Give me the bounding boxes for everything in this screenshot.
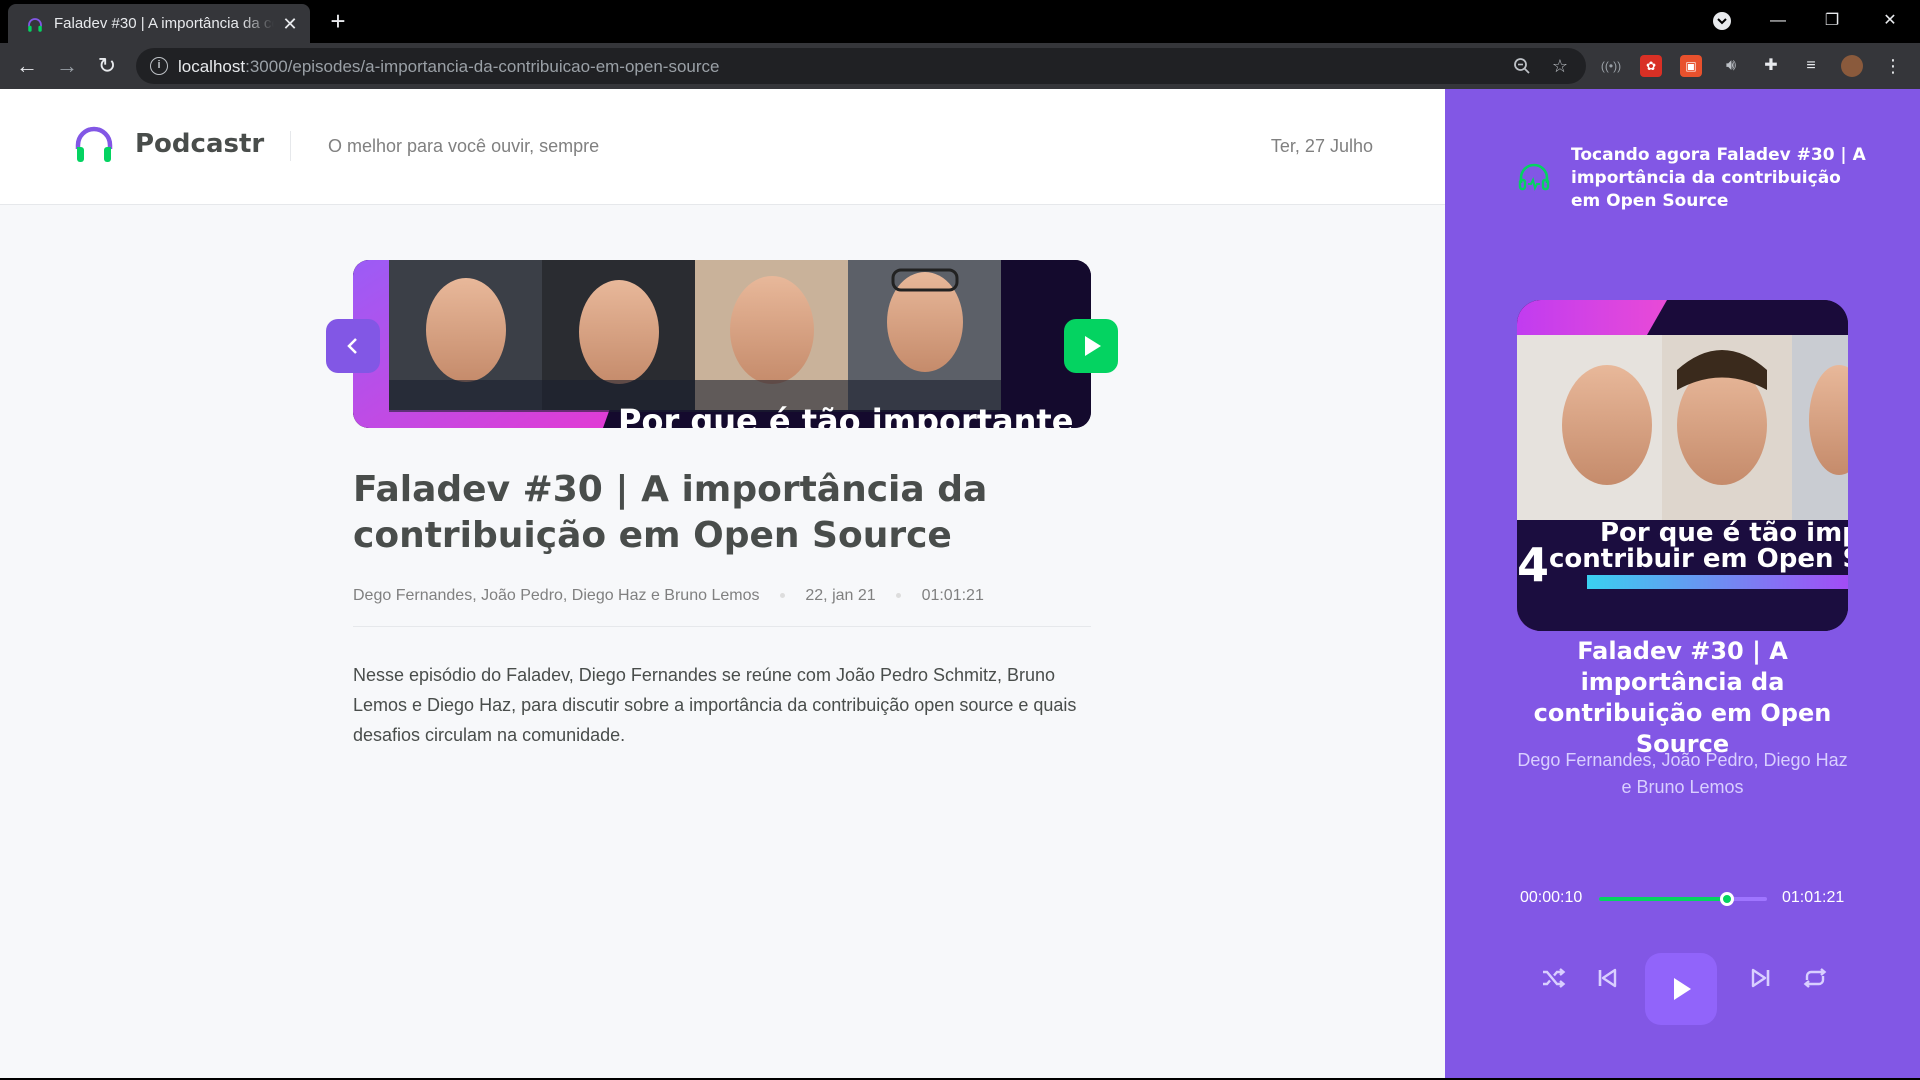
shuffle-button[interactable] [1535,960,1571,996]
current-time: 00:00:10 [1520,889,1583,906]
extension-icon[interactable]: ✿ [1640,55,1662,77]
player-sidebar: Tocando agora Faladev #30 | A importânci… [1445,89,1920,1078]
player-cover: 4 Por que é tão imp contribuir em Open S [1517,300,1848,631]
new-tab-button[interactable]: + [324,8,352,36]
player-episode-members: Dego Fernandes, João Pedro, Diego Haz e … [1517,750,1848,797]
menu-kebab-icon[interactable]: ⋮ [1882,55,1904,77]
episode-description: Nesse episódio do Faladev, Diego Fernand… [353,665,1077,745]
cover-caption-line2: contribuir em Open S [1549,544,1848,574]
separator-dot [896,593,902,599]
progress-slider[interactable] [1599,892,1767,906]
zoom-icon[interactable] [1510,54,1534,78]
reload-icon[interactable]: ↻ [92,51,122,81]
episode-thumbnail: Por que é tão importante [353,260,1091,428]
next-icon [1751,968,1770,988]
now-playing-label: Tocando agora Faladev #30 | A importânci… [1571,145,1866,211]
url-text[interactable]: localhost:3000/episodes/a-importancia-da… [178,57,719,77]
episode-meta: Dego Fernandes, João Pedro, Diego Haz e … [353,587,1091,627]
repeat-button[interactable] [1797,960,1833,996]
close-tab-icon[interactable]: ✕ [280,14,300,34]
play-icon [1674,978,1691,1000]
player-play-button[interactable] [1645,953,1717,1025]
extension-icon[interactable]: ((•)) [1600,55,1622,77]
cover-number: 4 [1517,538,1550,592]
tab-search-icon[interactable] [1706,6,1738,36]
forward-icon[interactable]: → [52,51,82,81]
episode-members: Dego Fernandes, João Pedro, Diego Haz e … [353,587,760,604]
extension-icon[interactable]: ▣ [1680,55,1702,77]
episode-duration: 01:01:21 [921,587,984,604]
headphones-icon [28,18,42,32]
restore-button[interactable]: ❐ [1816,6,1848,36]
shuffle-icon [1543,968,1566,988]
play-episode-button[interactable] [1064,319,1118,373]
tab-title: Faladev #30 | A importância da contribui… [54,15,274,32]
progress-fill [1599,897,1727,901]
previous-button[interactable] [1589,960,1625,996]
browser-toolbar: ← → ↻ i localhost:3000/episodes/a-import… [0,43,1920,89]
playing-headphones-icon [1518,163,1550,191]
minimize-button[interactable]: — [1762,6,1794,36]
browser-tab[interactable]: Faladev #30 | A importância da contribui… [8,4,310,43]
episode-date: 22, jan 21 [805,587,876,604]
tab-strip: Faladev #30 | A importância da contribui… [0,0,1920,43]
player-episode-title: Faladev #30 | A importância da contribui… [1533,637,1832,758]
back-arrow-icon [347,338,357,354]
main-content: Podcastr O melhor para você ouvir, sempr… [0,89,1445,1078]
header-divider [290,131,291,161]
close-window-button[interactable]: ✕ [1874,6,1906,36]
extensions-puzzle-icon[interactable]: ✚ [1760,55,1782,77]
tagline: O melhor para você ouvir, sempre [328,136,600,156]
current-date: Ter, 27 Julho [1270,136,1373,156]
media-control-icon[interactable]: ≡ [1800,55,1822,77]
browser-chrome: Faladev #30 | A importância da contribui… [0,0,1920,89]
total-time: 01:01:21 [1782,889,1845,906]
back-icon[interactable]: ← [12,51,42,81]
brand-name[interactable]: Podcastr [135,129,264,159]
repeat-icon [1803,968,1827,988]
profile-avatar[interactable] [1841,55,1863,77]
bookmark-star-icon[interactable]: ☆ [1548,54,1572,78]
address-bar[interactable]: i localhost:3000/episodes/a-importancia-… [136,48,1586,84]
next-button[interactable] [1743,960,1779,996]
progress-handle[interactable] [1719,892,1734,906]
page: Podcastr O melhor para você ouvir, sempr… [0,89,1920,1078]
thumbnail-caption: Por que é tão importante [618,402,1074,428]
headphones-icon [75,126,113,162]
previous-icon [1598,968,1617,988]
back-button[interactable] [326,319,380,373]
episode-title: Faladev #30 | A importância da contribui… [353,469,988,556]
site-header: Podcastr O melhor para você ouvir, sempr… [0,89,1445,205]
audio-icon[interactable]: 🔊︎ [1720,55,1742,77]
site-info-icon[interactable]: i [150,57,168,75]
play-icon [1085,336,1101,356]
separator-dot [779,593,785,599]
